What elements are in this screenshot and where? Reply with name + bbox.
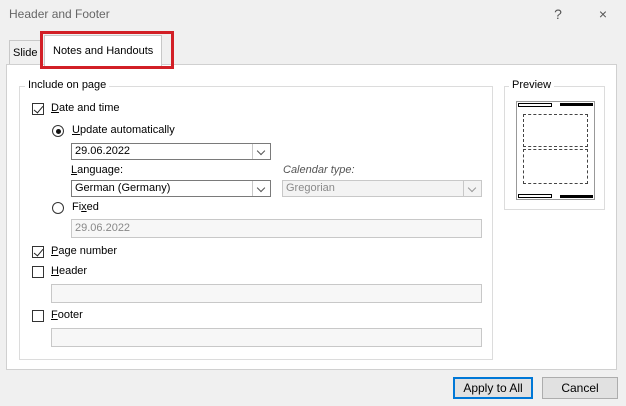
update-auto-radio[interactable] bbox=[52, 125, 64, 137]
update-auto-label: Update automatically bbox=[72, 124, 175, 136]
preview-slide-bottom bbox=[523, 149, 588, 184]
fixed-date-value: 29.06.2022 bbox=[75, 222, 131, 234]
close-icon: × bbox=[598, 6, 608, 22]
footer-label: Footer bbox=[51, 309, 83, 321]
preview-label: Preview bbox=[509, 79, 555, 91]
language-value: German (Germany) bbox=[75, 182, 171, 194]
preview-page bbox=[516, 101, 595, 200]
window-title: Header and Footer bbox=[9, 7, 110, 21]
preview-header-left bbox=[518, 103, 552, 107]
date-time-checkbox[interactable] bbox=[32, 103, 44, 115]
fixed-radio[interactable] bbox=[52, 202, 64, 214]
date-time-label: Date and time bbox=[51, 102, 120, 114]
chevron-down-icon bbox=[463, 181, 481, 196]
cancel-button[interactable]: Cancel bbox=[542, 377, 618, 399]
preview-footer-left bbox=[518, 194, 552, 198]
update-auto-date-value: 29.06.2022 bbox=[75, 145, 131, 157]
header-input[interactable] bbox=[51, 284, 482, 303]
calendar-type-value: Gregorian bbox=[286, 182, 335, 194]
tab-slide[interactable]: Slide bbox=[9, 40, 42, 65]
help-button[interactable]: ? bbox=[547, 4, 569, 24]
preview-footer-right bbox=[560, 195, 593, 198]
close-button[interactable]: × bbox=[592, 4, 614, 24]
date-time-label-rest: ate and time bbox=[58, 102, 120, 114]
fixed-label: Fixed bbox=[72, 201, 99, 213]
calendar-type-select: Gregorian bbox=[282, 180, 482, 197]
language-select[interactable]: German (Germany) bbox=[71, 180, 271, 197]
apply-to-all-button[interactable]: Apply to All bbox=[453, 377, 533, 399]
highlight-box bbox=[40, 31, 174, 69]
chevron-down-icon bbox=[252, 144, 270, 159]
update-auto-date-select[interactable]: 29.06.2022 bbox=[71, 143, 271, 160]
preview-header-right bbox=[560, 103, 593, 106]
footer-checkbox[interactable] bbox=[32, 310, 44, 322]
include-group-label: Include on page bbox=[25, 79, 110, 91]
preview-slide-top bbox=[523, 114, 588, 147]
calendar-type-label: Calendar type: bbox=[283, 164, 355, 176]
footer-input[interactable] bbox=[51, 328, 482, 347]
language-label: Language: bbox=[71, 164, 124, 176]
tab-slide-label: Slide bbox=[13, 47, 38, 59]
header-label: Header bbox=[51, 265, 88, 277]
fixed-date-field: 29.06.2022 bbox=[71, 219, 482, 238]
header-checkbox[interactable] bbox=[32, 266, 44, 278]
page-number-checkbox[interactable] bbox=[32, 246, 44, 258]
chevron-down-icon bbox=[252, 181, 270, 196]
page-number-label: Page number bbox=[51, 245, 118, 257]
